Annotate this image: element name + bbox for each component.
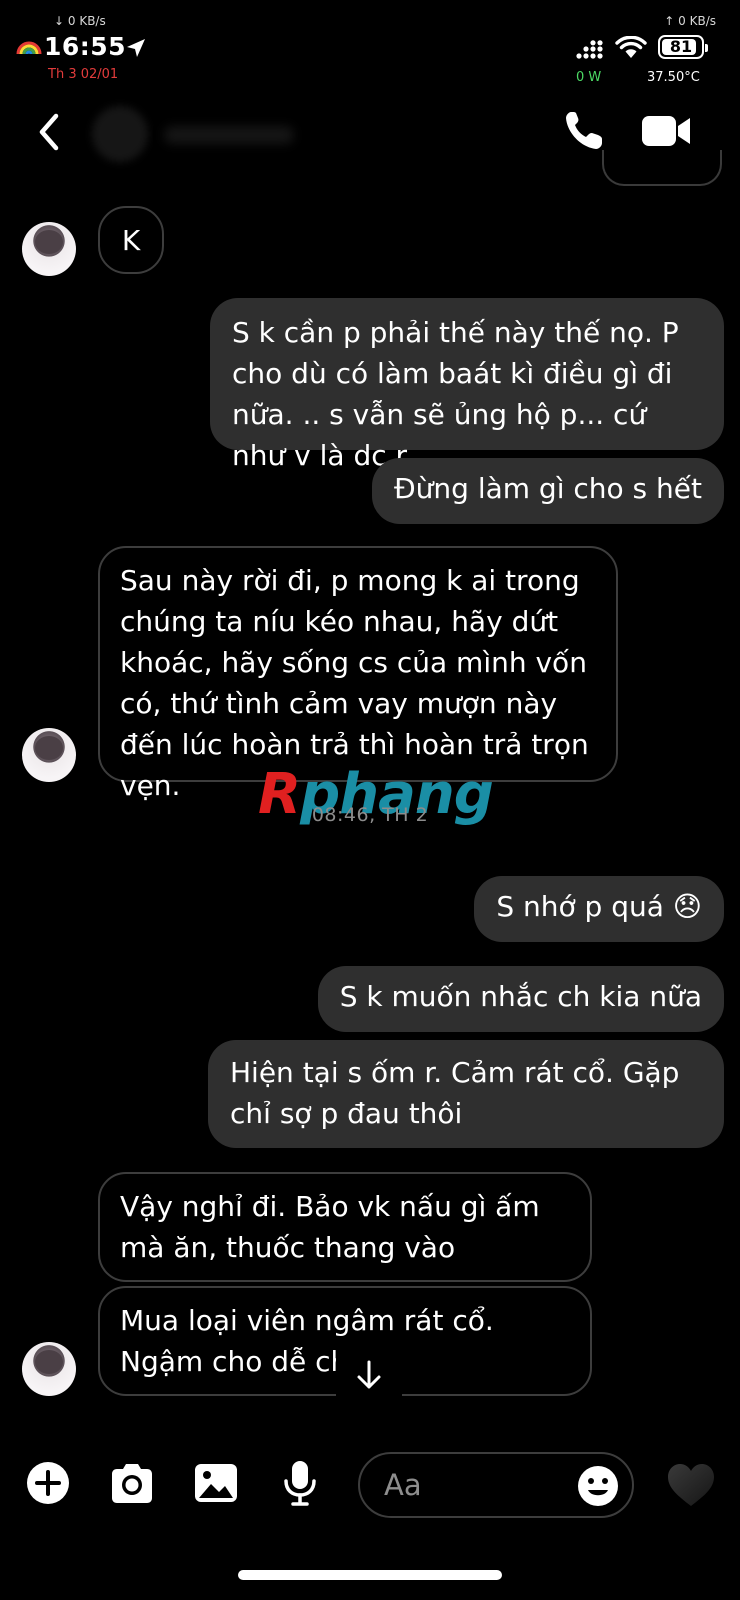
location-arrow-icon: [127, 39, 145, 57]
message-composer: [0, 1430, 740, 1540]
message-input-container[interactable]: [358, 1452, 634, 1518]
video-camera-icon[interactable]: [640, 112, 692, 150]
contact-avatar: [92, 106, 148, 162]
camera-icon[interactable]: [108, 1460, 156, 1506]
upload-speed: ↑ 0 KB/s: [664, 14, 716, 28]
message-bubble-outgoing[interactable]: Hiện tại s ốm r. Cảm rát cổ. Gặp chỉ sợ …: [208, 1040, 724, 1148]
sender-avatar[interactable]: [22, 222, 76, 276]
emoji-icon[interactable]: [576, 1464, 620, 1508]
date-label: Th 3 02/01: [48, 67, 119, 82]
back-arrow-icon[interactable]: [30, 108, 70, 156]
message-bubble-outgoing[interactable]: S nhớ p quá 😞: [474, 876, 724, 942]
message-bubble-incoming[interactable]: Sau này rời đi, p mong k ai trong chúng …: [98, 546, 618, 802]
arrow-down-icon: [357, 1360, 381, 1389]
message-bubble-outgoing[interactable]: S k cần p phải thế này thế nọ. P cho dù …: [210, 298, 724, 472]
image-icon[interactable]: [192, 1460, 240, 1506]
plus-icon[interactable]: [26, 1460, 74, 1506]
microphone-icon[interactable]: [276, 1460, 324, 1506]
battery-nub: [705, 44, 708, 52]
battery-percent: 81: [669, 37, 693, 56]
signal-icon: [576, 40, 603, 59]
rainbow-icon: [16, 41, 42, 55]
message-bubble-incoming[interactable]: Vậy nghỉ đi. Bảo vk nấu gì ấm mà ăn, thu…: [98, 1172, 592, 1282]
previous-message-bubble: [602, 150, 722, 186]
battery-icon: 81: [658, 35, 708, 59]
home-indicator[interactable]: [238, 1570, 502, 1580]
sender-avatar[interactable]: [22, 728, 76, 782]
heart-icon[interactable]: [666, 1462, 716, 1508]
messenger-chat-screen: ↓ 0 KB/s 16:55 Th 3 02/01 ↑ 0 KB/s 81 0 …: [0, 0, 740, 1600]
wifi-icon: [615, 36, 647, 58]
message-input[interactable]: [384, 1454, 564, 1516]
sender-avatar[interactable]: [22, 1342, 76, 1396]
status-bar: ↓ 0 KB/s 16:55 Th 3 02/01 ↑ 0 KB/s 81 0 …: [0, 0, 740, 95]
scroll-to-bottom-button[interactable]: [336, 1350, 402, 1400]
contact-info[interactable]: [92, 106, 312, 162]
message-timestamp: 08:46, TH 2: [311, 804, 429, 826]
power-readout: 0 W: [576, 70, 602, 85]
message-bubble-incoming[interactable]: K: [98, 206, 164, 274]
clock-time: 16:55: [44, 32, 127, 61]
contact-name: [164, 126, 294, 144]
phone-icon[interactable]: [562, 106, 606, 154]
message-bubble-outgoing[interactable]: Đừng làm gì cho s hết: [371, 458, 724, 524]
temperature-readout: 37.50°C: [647, 70, 700, 85]
download-speed: ↓ 0 KB/s: [54, 14, 106, 28]
message-bubble-outgoing[interactable]: S k muốn nhắc ch kia nữa: [317, 966, 724, 1032]
